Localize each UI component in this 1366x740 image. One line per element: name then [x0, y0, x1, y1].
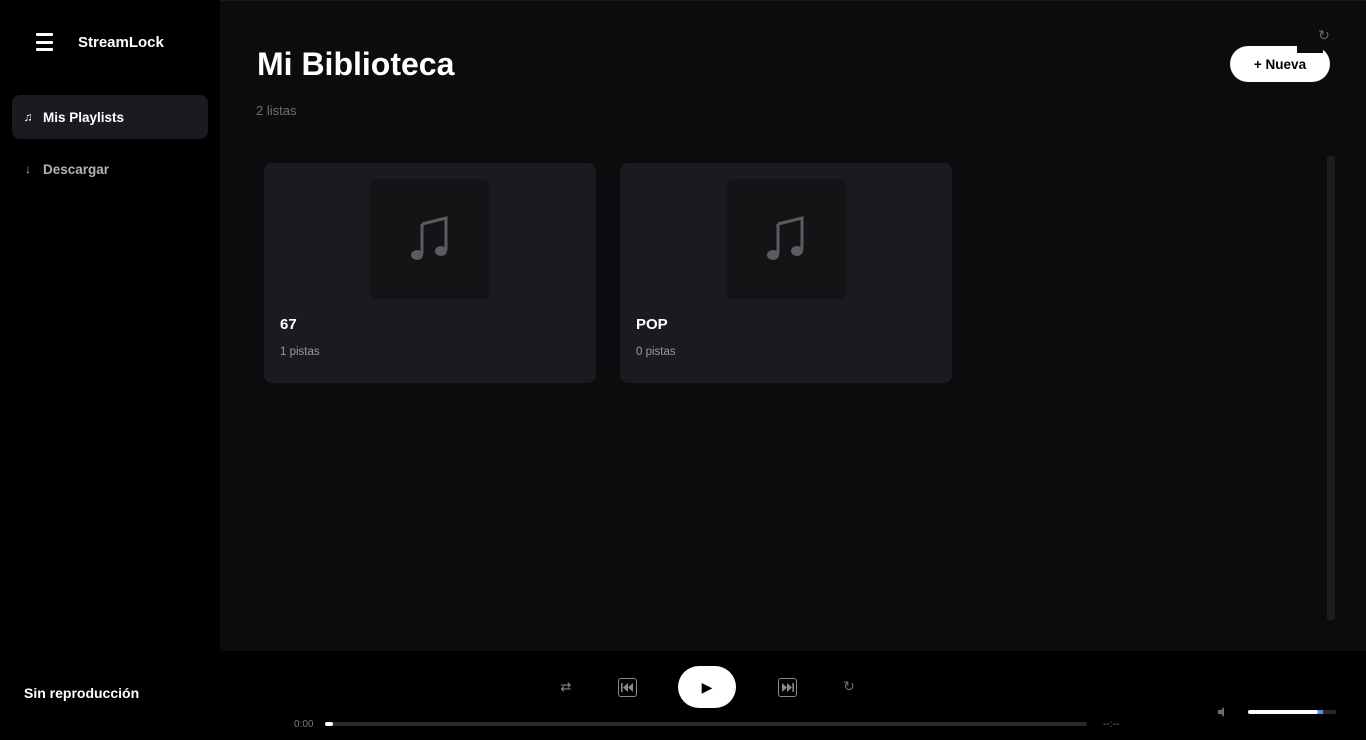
sidebar-item-mis-playlists[interactable]: ♫ Mis Playlists [12, 95, 208, 139]
volume-handle[interactable] [1317, 710, 1323, 714]
progress-bar[interactable] [325, 722, 1087, 726]
playlist-card[interactable]: POP 0 pistas [620, 163, 952, 383]
player-bar: Sin reproducción ⇄ ▶ ↻ 0:00 --:-- [0, 651, 1366, 740]
sidebar-item-descargar[interactable]: ↓ Descargar [12, 147, 208, 191]
playlist-cover [370, 179, 490, 299]
sidebar: StreamLock ♫ Mis Playlists ↓ Descargar [0, 0, 220, 651]
brand-name: StreamLock [78, 33, 164, 51]
current-time: 0:00 [294, 719, 314, 730]
shuffle-button[interactable]: ⇄ [557, 679, 575, 695]
main-content: Mi Biblioteca 2 listas + Nueva ↻ 67 1 pi… [220, 0, 1366, 651]
total-time: --:-- [1103, 719, 1120, 730]
button-notch [1297, 43, 1323, 53]
volume-fill [1248, 710, 1318, 714]
app: StreamLock ♫ Mis Playlists ↓ Descargar M… [0, 0, 1366, 740]
playlist-name: 67 [280, 316, 297, 333]
music-note-icon [767, 216, 804, 260]
repeat-icon: ↻ [843, 677, 855, 694]
skip-back-icon [617, 677, 637, 697]
menu-icon[interactable] [36, 33, 53, 51]
skip-forward-icon [777, 677, 797, 697]
shuffle-icon: ⇄ [560, 679, 572, 694]
playlist-track-count: 1 pistas [280, 346, 320, 358]
brand: StreamLock [36, 33, 164, 51]
refresh-icon[interactable]: ↻ [1316, 27, 1332, 43]
previous-button[interactable] [617, 677, 637, 697]
now-playing-label: Sin reproducción [24, 685, 140, 701]
playlist-card[interactable]: 67 1 pistas [264, 163, 596, 383]
sidebar-item-label: Mis Playlists [43, 109, 125, 125]
play-button[interactable]: ▶ [678, 666, 736, 708]
music-note-icon [411, 216, 448, 260]
sidebar-item-label: Descargar [43, 161, 110, 177]
page-title: Mi Biblioteca [257, 46, 455, 82]
volume-slider[interactable] [1248, 710, 1336, 714]
playlist-count: 2 listas [256, 103, 297, 118]
play-icon: ▶ [701, 678, 713, 695]
music-note-icon: ♫ [23, 110, 33, 124]
volume-icon[interactable] [1217, 706, 1229, 718]
repeat-button[interactable]: ↻ [841, 678, 857, 694]
playlist-name: POP [636, 316, 668, 333]
download-arrow-icon: ↓ [25, 162, 31, 176]
next-button[interactable] [777, 677, 797, 697]
playlist-track-count: 0 pistas [636, 346, 676, 358]
scrollbar[interactable] [1327, 155, 1335, 621]
progress-fill [325, 722, 333, 726]
playlist-cover [726, 179, 846, 299]
